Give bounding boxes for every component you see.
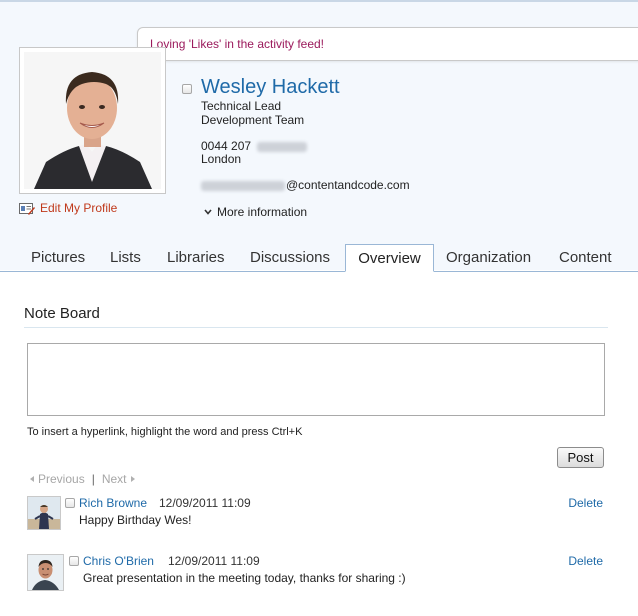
profile-location: London (201, 152, 242, 166)
pager-separator: | (91, 472, 95, 486)
more-information-toggle[interactable]: More information (204, 205, 307, 219)
profile-photo (19, 47, 166, 194)
note-item: Chris O'Brien 12/09/2011 11:09 Great pre… (27, 552, 611, 592)
tab-libraries[interactable]: Libraries (159, 244, 233, 271)
profile-phone: 0044 207 (201, 139, 308, 153)
delete-note-link[interactable]: Delete (568, 496, 603, 510)
note-author-link[interactable]: Rich Browne (79, 496, 147, 510)
profile-name: Wesley Hackett (201, 76, 340, 98)
tab-organization[interactable]: Organization (438, 244, 539, 271)
note-input[interactable] (27, 343, 605, 416)
profile-checkbox[interactable] (182, 84, 192, 94)
note-board-title: Note Board (24, 305, 100, 322)
next-arrow-icon (130, 476, 135, 482)
email-redacted (201, 180, 285, 191)
tab-content[interactable]: Content (551, 244, 620, 271)
note-text: Happy Birthday Wes! (79, 513, 192, 527)
previous-arrow-icon (30, 476, 34, 482)
profile-email[interactable]: @contentandcode.com (201, 178, 410, 192)
note-pager: Previous | Next (30, 472, 135, 486)
note-timestamp: 12/09/2011 11:09 (159, 496, 251, 510)
avatar[interactable] (27, 554, 64, 591)
avatar[interactable] (27, 496, 61, 530)
post-button[interactable]: Post (557, 447, 604, 468)
note-board-divider (24, 327, 608, 328)
profile-email-domain: @contentandcode.com (286, 178, 410, 192)
previous-link[interactable]: Previous (38, 472, 85, 486)
edit-my-profile-label: Edit My Profile (40, 201, 118, 215)
note-item: Rich Browne 12/09/2011 11:09 Happy Birth… (27, 494, 611, 534)
hyperlink-hint: To insert a hyperlink, highlight the wor… (27, 426, 303, 438)
tab-discussions[interactable]: Discussions (242, 244, 338, 271)
profile-tabs: Pictures Lists Libraries Discussions Ove… (0, 244, 638, 272)
profile-photo-image (24, 52, 161, 189)
status-message: Loving 'Likes' in the activity feed! (150, 37, 325, 51)
tab-lists[interactable]: Lists (102, 244, 149, 271)
note-text: Great presentation in the meeting today,… (83, 571, 406, 585)
profile-department: Development Team (201, 113, 305, 127)
edit-my-profile-link[interactable]: Edit My Profile (19, 201, 117, 215)
tab-pictures[interactable]: Pictures (23, 244, 93, 271)
next-link[interactable]: Next (102, 472, 127, 486)
phone-redacted (257, 141, 308, 152)
edit-profile-icon (19, 202, 35, 215)
delete-note-link[interactable]: Delete (568, 554, 603, 568)
status-bubble[interactable]: Loving 'Likes' in the activity feed! (137, 27, 638, 61)
note-checkbox[interactable] (69, 556, 79, 566)
chevron-down-icon (204, 209, 212, 215)
note-checkbox[interactable] (65, 498, 75, 508)
tab-overview[interactable]: Overview (345, 244, 434, 272)
more-information-label: More information (217, 205, 308, 219)
profile-job-title: Technical Lead (201, 99, 282, 113)
profile-phone-prefix: 0044 207 (201, 139, 252, 153)
note-author-link[interactable]: Chris O'Brien (83, 554, 154, 568)
note-timestamp: 12/09/2011 11:09 (168, 554, 260, 568)
